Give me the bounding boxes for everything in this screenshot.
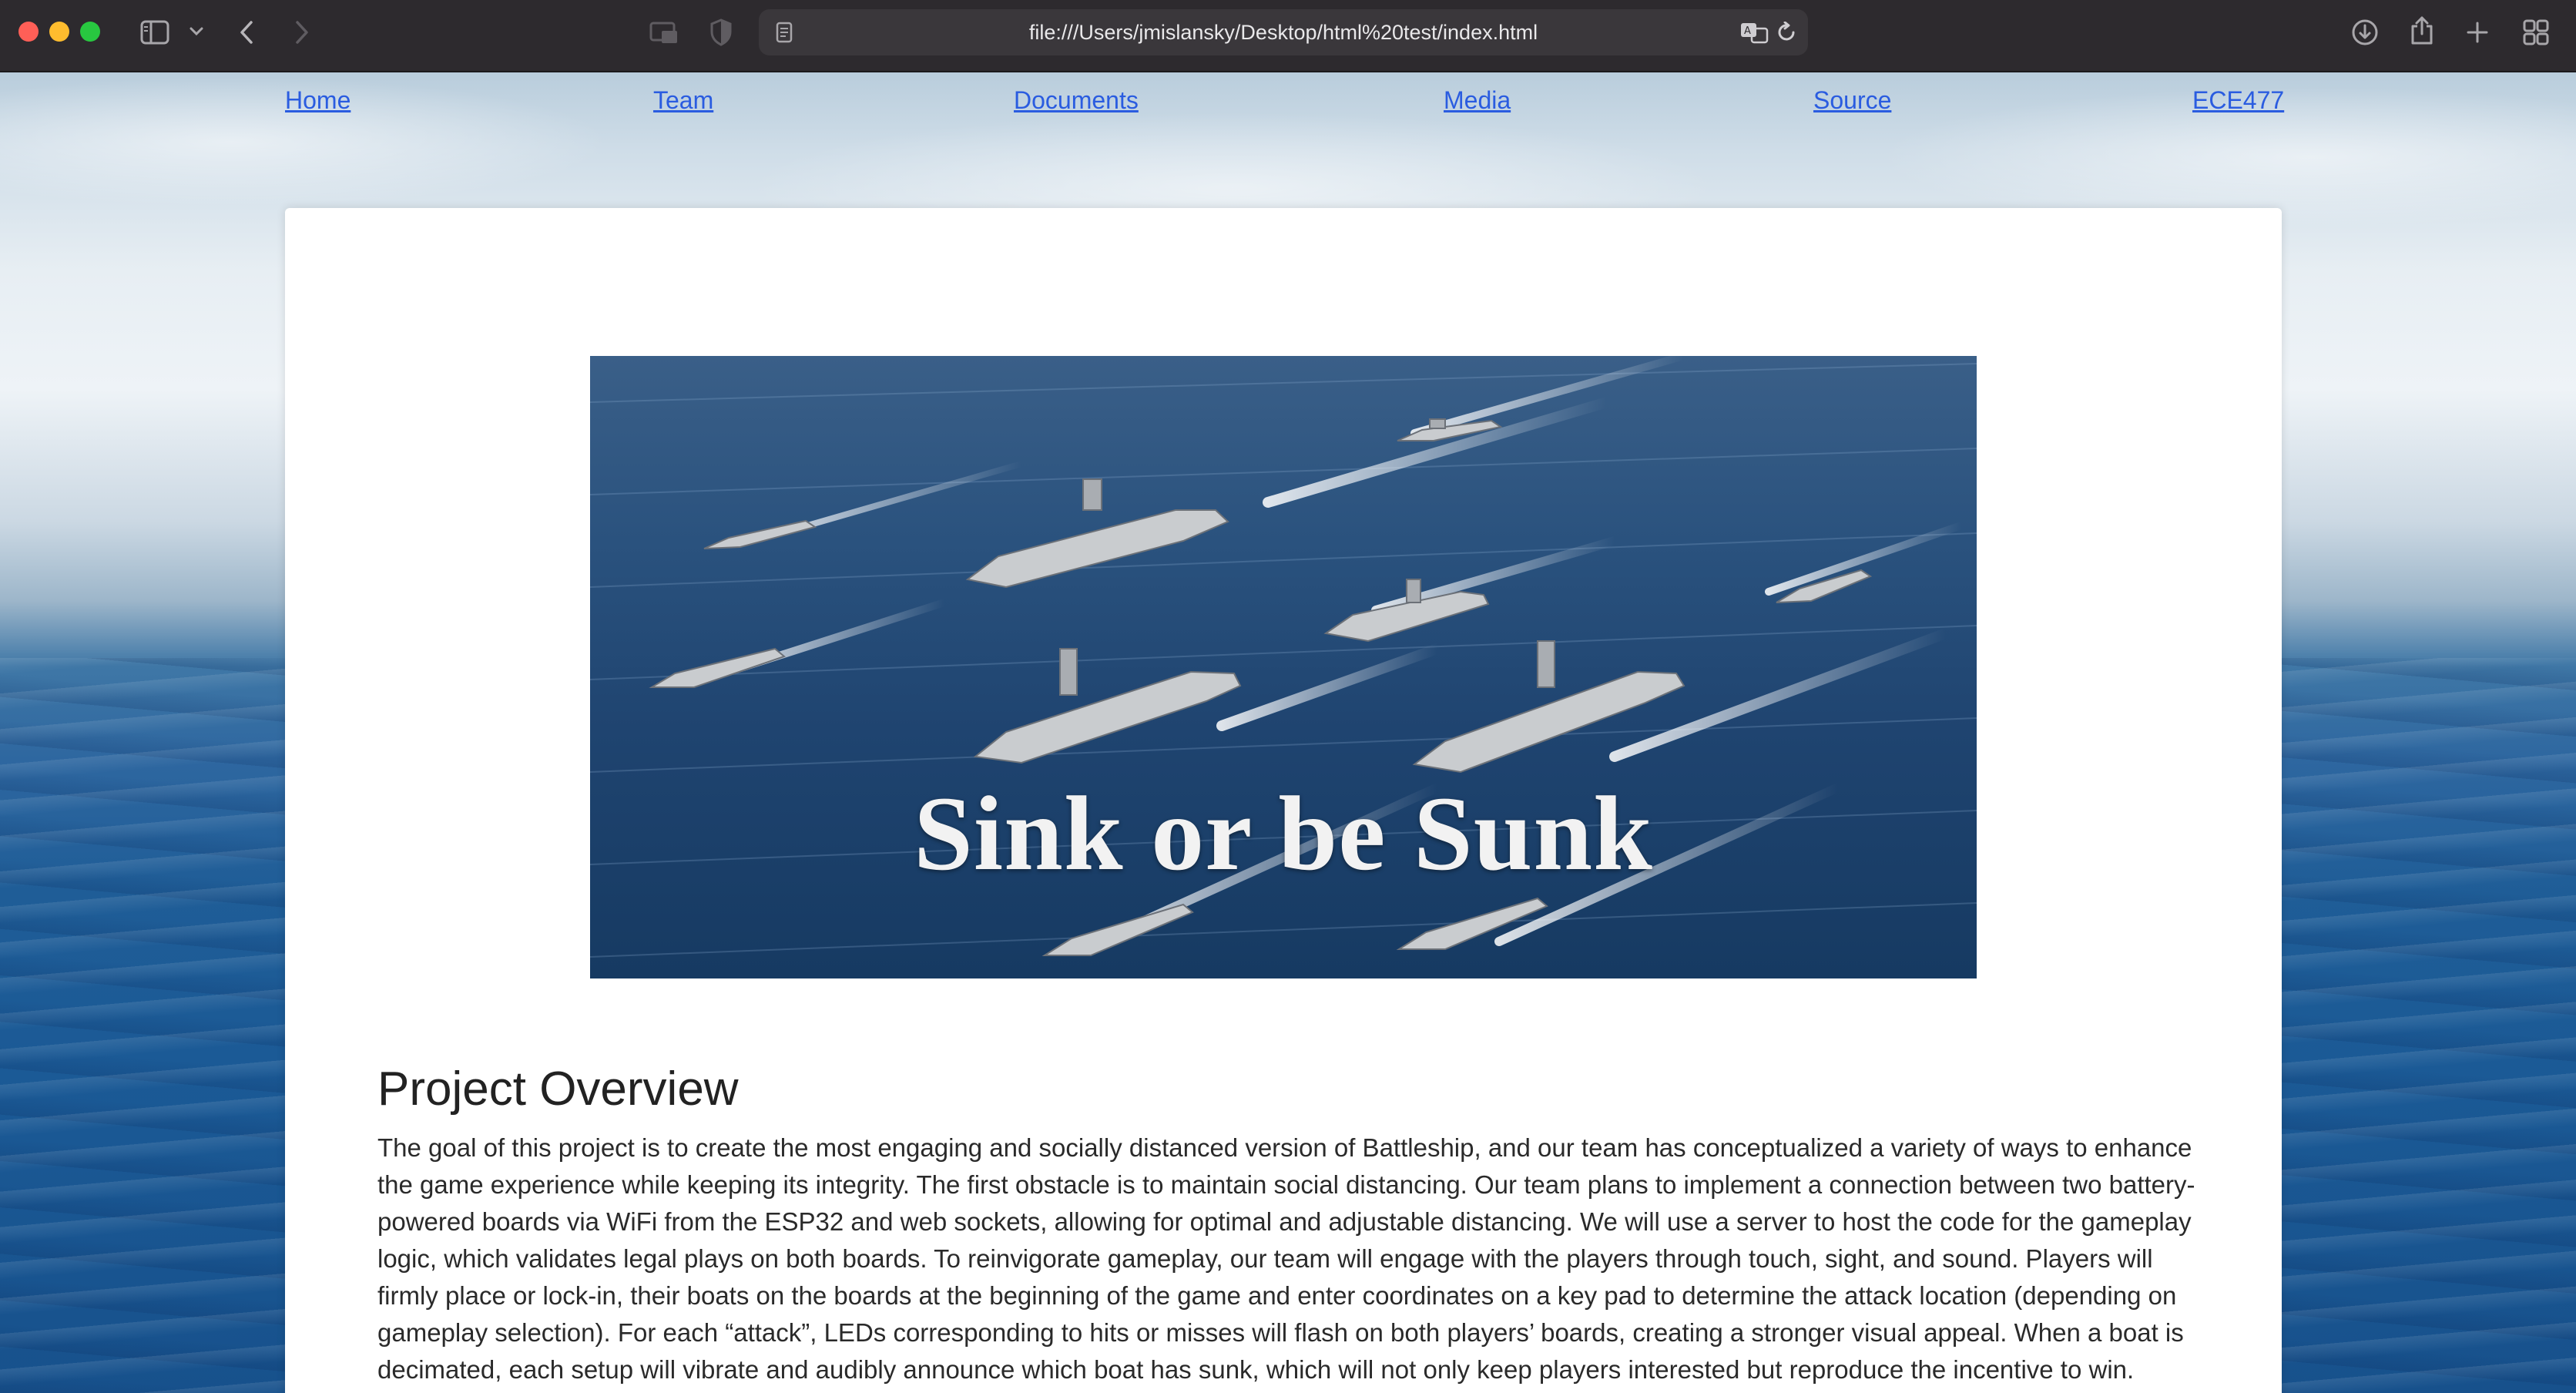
svg-text:A: A (1744, 25, 1751, 37)
hero-banner-image: Sink or be Sunk (590, 356, 1977, 978)
url-text[interactable]: file:///Users/jmislansky/Desktop/html%20… (759, 9, 1808, 55)
minimize-window-button[interactable] (49, 22, 69, 42)
chevron-left-icon[interactable] (231, 15, 262, 49)
nav-link-source[interactable]: Source (1813, 86, 1891, 115)
reload-icon[interactable] (1774, 20, 1800, 45)
close-window-button[interactable] (18, 22, 39, 42)
sidebar-icon[interactable] (139, 17, 171, 48)
share-icon[interactable] (2405, 12, 2439, 49)
chevron-right-icon[interactable] (287, 15, 317, 49)
picture-in-picture-icon[interactable] (647, 17, 683, 48)
translate-icon[interactable]: A (1739, 18, 1769, 46)
address-bar[interactable]: file:///Users/jmislansky/Desktop/html%20… (759, 9, 1808, 55)
zoom-window-button[interactable] (80, 22, 100, 42)
plus-icon[interactable] (2462, 15, 2493, 49)
content-card: Sink or be Sunk Project Overview The goa… (285, 208, 2282, 1393)
project-overview-text: The goal of this project is to create th… (377, 1133, 2195, 1384)
nav-link-team[interactable]: Team (653, 86, 713, 115)
web-page: Home Team Documents Media Source ECE477 (0, 72, 2576, 1393)
tab-grid-icon[interactable] (2519, 15, 2553, 49)
nav-link-media[interactable]: Media (1444, 86, 1511, 115)
browser-toolbar: file:///Users/jmislansky/Desktop/html%20… (0, 0, 2576, 72)
nav-link-home[interactable]: Home (285, 86, 351, 115)
nav-link-documents[interactable]: Documents (1014, 86, 1139, 115)
download-icon[interactable] (2348, 15, 2382, 49)
shield-icon[interactable] (706, 15, 736, 49)
project-overview-heading: Project Overview (377, 1062, 739, 1116)
hero-title: Sink or be Sunk (914, 774, 1653, 892)
chevron-down-icon[interactable] (185, 20, 208, 43)
nav-link-ece477[interactable]: ECE477 (2192, 86, 2284, 115)
